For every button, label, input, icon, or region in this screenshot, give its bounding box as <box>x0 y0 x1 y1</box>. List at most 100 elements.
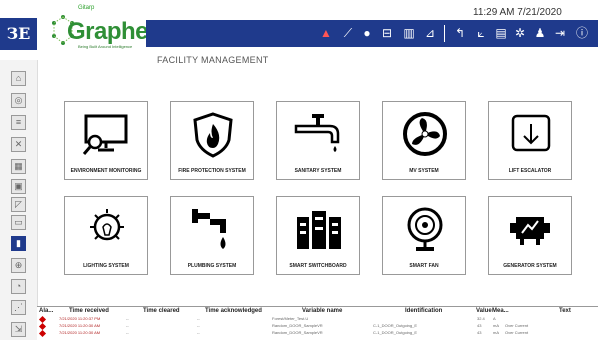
brand-prefix: Gitarp <box>78 5 95 11</box>
alarm-bell-icon[interactable]: ▲ <box>318 25 334 41</box>
col-header-identification[interactable]: Identification <box>405 308 442 314</box>
col-header-variable-name[interactable]: Variable name <box>302 308 342 314</box>
keyboard-icon[interactable]: ▭ <box>11 215 26 230</box>
toolbar: ▲ ⟋ ● ⊟ ▥ ⊿ ↰ ⟀ ▤ ✲ ♟ ⇥ ⓘ <box>146 20 598 47</box>
floorplan-icon[interactable]: ▣ <box>11 179 26 194</box>
col-header-alarm[interactable]: Ala... <box>39 308 53 314</box>
table-row[interactable]: 7/21/2020 11:20:30 AM -- -- Random_DOOR_… <box>37 329 598 338</box>
col-header-measure[interactable]: Mea... <box>492 308 509 314</box>
tile-label: SANITARY SYSTEM <box>294 168 342 174</box>
lift-down-arrow-icon <box>511 114 551 152</box>
tile-environment-monitoring[interactable]: ENVIRONMENT MONITORING <box>64 101 148 180</box>
cell-time-received: 7/21/2020 11:20:37 PM <box>59 316 101 321</box>
tile-label: MV SYSTEM <box>409 168 439 174</box>
tile-lighting-system[interactable]: LIGHTING SYSTEM <box>64 196 148 275</box>
server-icon[interactable]: ⊟ <box>379 25 395 41</box>
tile-mv-system[interactable]: MV SYSTEM <box>382 101 466 180</box>
cell-variable-name: Random_DOOR_SampleVR <box>272 323 323 328</box>
cell-time-cleared: -- <box>126 316 129 321</box>
cell-identification: C-1_DOOR_Outgoing_E <box>373 330 418 335</box>
info-icon[interactable]: ⓘ <box>574 25 590 41</box>
col-header-text[interactable]: Text <box>559 308 571 314</box>
cell-time-acknowledged: -- <box>197 316 200 321</box>
clock-display: 11:29 AM 7/21/2020 <box>473 7 562 18</box>
header: ЗЕ Gitarp Graphene Being Built Around In… <box>0 0 598 72</box>
page-title: FACILITY MANAGEMENT <box>157 55 269 65</box>
cell-value: 43 <box>477 323 482 328</box>
cell-time-cleared: -- <box>126 330 129 335</box>
logout-icon[interactable]: ⇲ <box>11 322 26 337</box>
monitor-magnifier-icon <box>82 114 128 155</box>
desk-fan-icon <box>407 207 443 251</box>
cell-time-received: 7/21/2020 11:20:30 AM <box>59 323 101 328</box>
tools-icon[interactable]: ✕ <box>11 137 26 152</box>
clock-icon[interactable]: ● <box>359 25 375 41</box>
tile-label: ENVIRONMENT MONITORING <box>70 168 142 174</box>
home-icon[interactable]: ⌂ <box>11 71 26 86</box>
search-zoom-icon[interactable]: ⊕ <box>11 258 26 273</box>
export-icon[interactable]: ⇥ <box>552 25 568 41</box>
col-header-time-received[interactable]: Time received <box>69 308 109 314</box>
cell-measure: mA <box>493 323 499 328</box>
cell-value: 43 <box>477 330 482 335</box>
alarm-table: Ala... Time received Time cleared Time a… <box>37 306 598 341</box>
app-logo-icon[interactable]: ЗЕ <box>0 18 37 50</box>
tile-lift-escalator[interactable]: LIFT ESCALATOR <box>488 101 572 180</box>
tile-label: SMART FAN <box>409 263 439 269</box>
building-icon[interactable]: ▦ <box>11 159 26 174</box>
lightbulb-icon <box>90 209 124 241</box>
tile-label: LIFT ESCALATOR <box>508 168 552 174</box>
tile-fire-protection[interactable]: FIRE PROTECTION SYSTEM <box>170 101 254 180</box>
escalator-icon[interactable]: ◸ <box>11 197 26 212</box>
undo-icon[interactable]: ↰ <box>452 25 468 41</box>
alarm-indicator-icon <box>38 329 47 338</box>
user-icon[interactable]: ♟ <box>532 25 548 41</box>
cell-value: 32.4 <box>477 316 485 321</box>
faucet-icon <box>294 114 340 152</box>
tile-label: GENERATOR SYSTEM <box>503 263 557 269</box>
cell-time-acknowledged: -- <box>197 330 200 335</box>
panel-icon[interactable]: ▮ <box>11 236 26 251</box>
generator-icon <box>510 217 550 245</box>
bar-chart-icon[interactable]: ▥ <box>401 25 417 41</box>
toolbar-divider <box>444 25 445 42</box>
fire-shield-icon <box>193 112 233 158</box>
col-header-value[interactable]: Value <box>476 308 492 314</box>
switchboard-icon <box>297 211 341 249</box>
cell-measure: mA <box>493 330 499 335</box>
tile-sanitary-system[interactable]: SANITARY SYSTEM <box>276 101 360 180</box>
tile-smart-switchboard[interactable]: SMART SWITCHBOARD <box>276 196 360 275</box>
report-chart-icon[interactable]: ⊿ <box>422 25 438 41</box>
document-icon[interactable]: ≡ <box>11 115 26 130</box>
sidebar: ⌂ ◎ ≡ ✕ ▦ ▣ ◸ ▭ ▮ ⊕ ◔ ⋰ ⇲ <box>0 60 38 340</box>
cell-identification: C-1_DOOR_Outgoing_E <box>373 323 418 328</box>
tile-label: FIRE PROTECTION SYSTEM <box>178 168 246 174</box>
tile-plumbing-system[interactable]: PLUMBING SYSTEM <box>170 196 254 275</box>
chart-icon[interactable]: ⋰ <box>11 300 26 315</box>
document-icon[interactable]: ▤ <box>493 25 509 41</box>
tile-generator-system[interactable]: GENERATOR SYSTEM <box>488 196 572 275</box>
cell-time-cleared: -- <box>126 323 129 328</box>
cell-time-received: 7/21/2020 11:20:30 AM <box>59 330 101 335</box>
settings-gear-icon[interactable]: ✲ <box>512 25 528 41</box>
tile-smart-fan[interactable]: SMART FAN <box>382 196 466 275</box>
cell-text: Over Current <box>505 330 529 335</box>
cell-variable-name: Forest/Meter_Test.U <box>272 316 309 321</box>
cell-variable-name: Random_DOOR_SampleVR <box>272 330 323 335</box>
cell-measure: A <box>493 316 496 321</box>
tile-label: SMART SWITCHBOARD <box>289 263 347 269</box>
trend-chart-icon[interactable]: ⟋ <box>340 25 356 41</box>
cell-time-acknowledged: -- <box>197 323 200 328</box>
table-row[interactable]: 7/21/2020 11:20:30 AM -- -- Random_DOOR_… <box>37 322 598 331</box>
line-chart-icon[interactable]: ⟀ <box>473 25 489 41</box>
brand-tagline: Being Built Around Intelligence <box>78 44 133 49</box>
col-header-time-cleared[interactable]: Time cleared <box>143 308 180 314</box>
pipe-drop-icon <box>192 209 226 249</box>
globe-icon[interactable]: ◎ <box>11 93 26 108</box>
tile-label: LIGHTING SYSTEM <box>83 263 129 269</box>
fan-icon <box>403 112 447 156</box>
col-header-time-acknowledged[interactable]: Time acknowledged <box>205 308 262 314</box>
meter-icon[interactable]: ◔ <box>11 279 26 294</box>
table-row[interactable]: 7/21/2020 11:20:37 PM -- -- Forest/Meter… <box>37 315 598 324</box>
cell-text: Over Current <box>505 323 529 328</box>
